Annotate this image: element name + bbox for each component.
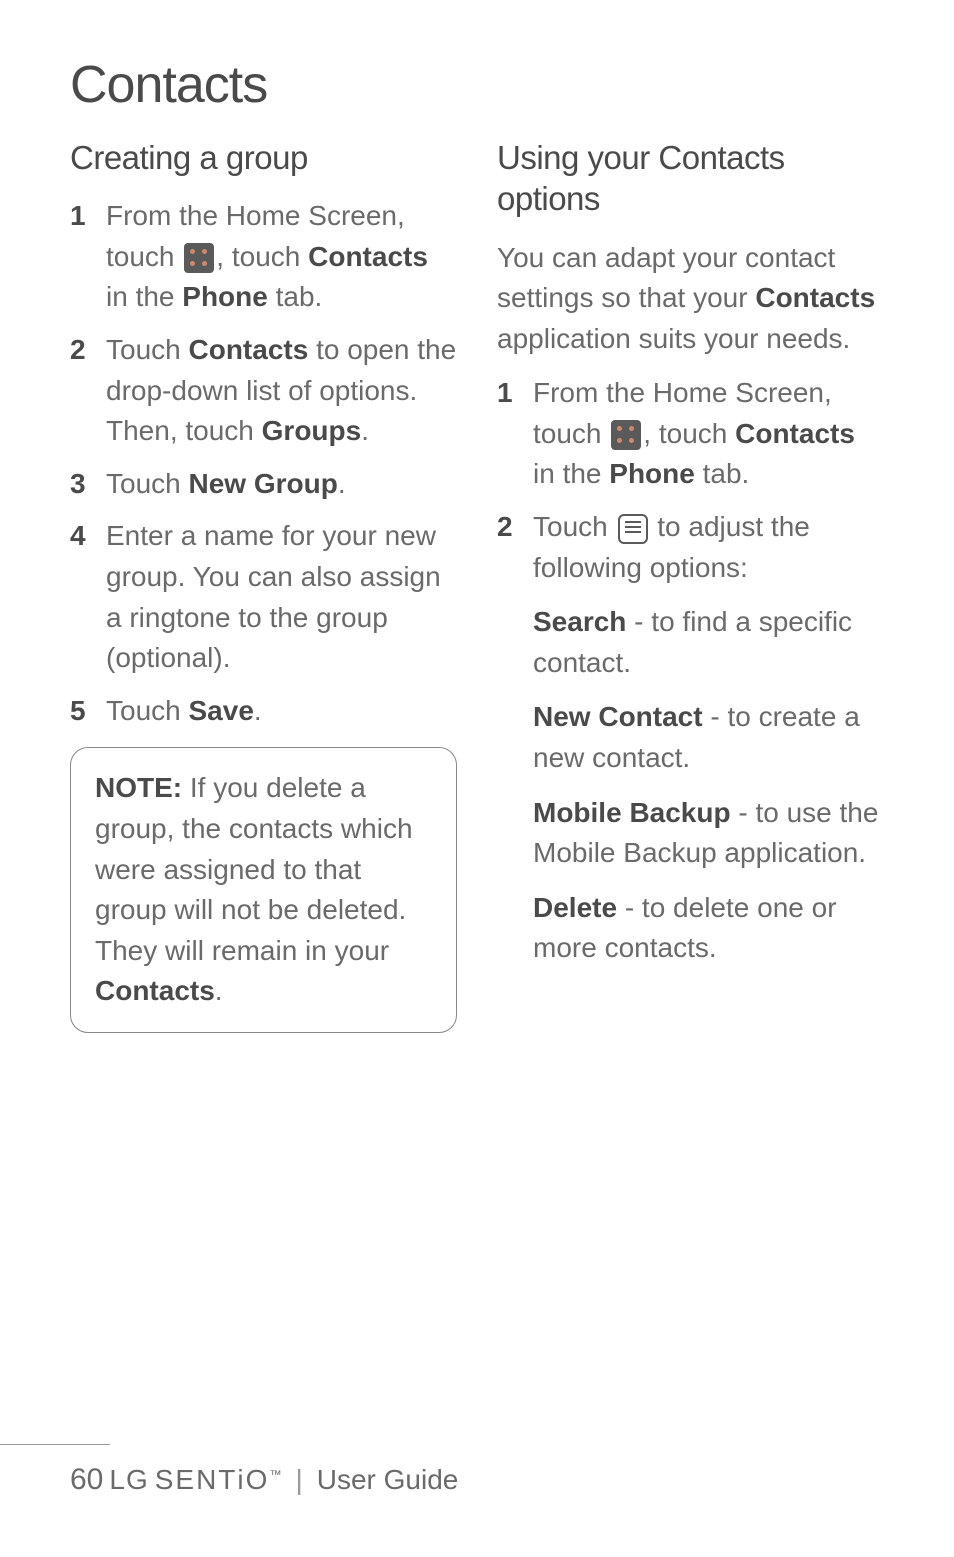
sentio-pre: SENT [155, 1464, 238, 1495]
intro-text: You can adapt your contact settings so t… [497, 238, 884, 360]
step-3: Touch New Group. [70, 464, 457, 505]
new-contact-label: New Contact [533, 701, 703, 732]
sentio-i: i [237, 1464, 245, 1495]
delete-label: Delete [533, 892, 617, 923]
using-contacts-steps: From the Home Screen, touch , touch Cont… [497, 373, 884, 969]
step-text: Enter a name for your new group. You can… [106, 520, 441, 673]
step-text: Touch [106, 468, 189, 499]
lg-logo: LG [109, 1464, 148, 1496]
option-mobile-backup: Mobile Backup - to use the Mobile Backup… [533, 793, 884, 874]
contacts-label: Contacts [308, 241, 428, 272]
phone-label: Phone [609, 458, 695, 489]
sentio-brand: SENTiO™ [155, 1464, 282, 1496]
step-2: Touch Contacts to open the drop-down lis… [70, 330, 457, 452]
step-text: Touch [106, 695, 189, 726]
step-text: in the [106, 281, 182, 312]
page-title: Contacts [70, 55, 884, 115]
menu-icon [618, 514, 648, 544]
right-column: Using your Contacts options You can adap… [497, 137, 884, 1033]
footer-separator: | [295, 1464, 302, 1496]
using-contacts-heading: Using your Contacts options [497, 137, 884, 220]
mobile-backup-label: Mobile Backup [533, 797, 731, 828]
step-text: , touch [216, 241, 308, 272]
option-new-contact: New Contact - to create a new contact. [533, 697, 884, 778]
creating-group-heading: Creating a group [70, 137, 457, 178]
apps-icon [611, 420, 641, 450]
intro-post: application suits your needs. [497, 323, 850, 354]
new-group-label: New Group [189, 468, 338, 499]
left-column: Creating a group From the Home Screen, t… [70, 137, 457, 1033]
step-text: , touch [643, 418, 735, 449]
contacts-label: Contacts [735, 418, 855, 449]
note-label: NOTE: [95, 772, 182, 803]
footer-divider [0, 1444, 110, 1445]
content-columns: Creating a group From the Home Screen, t… [70, 137, 884, 1033]
doc-title: User Guide [317, 1464, 459, 1496]
step-1: From the Home Screen, touch , touch Cont… [497, 373, 884, 495]
sentio-post: O [246, 1464, 270, 1495]
step-text: Touch [106, 334, 189, 365]
step-text: . [338, 468, 346, 499]
step-4: Enter a name for your new group. You can… [70, 516, 457, 678]
note-text: . [215, 975, 223, 1006]
tm-mark: ™ [269, 1468, 281, 1482]
groups-label: Groups [262, 415, 362, 446]
page-number: 60 [70, 1463, 103, 1497]
creating-group-steps: From the Home Screen, touch , touch Cont… [70, 196, 457, 731]
step-text: tab. [268, 281, 322, 312]
page-footer: 60 LG SENTiO™ | User Guide [70, 1463, 884, 1497]
search-label: Search [533, 606, 626, 637]
step-text: tab. [695, 458, 749, 489]
step-text: . [361, 415, 369, 446]
option-delete: Delete - to delete one or more contacts. [533, 888, 884, 969]
phone-label: Phone [182, 281, 268, 312]
contacts-label: Contacts [95, 975, 215, 1006]
step-text: . [254, 695, 262, 726]
option-search: Search - to find a specific contact. [533, 602, 884, 683]
step-1: From the Home Screen, touch , touch Cont… [70, 196, 457, 318]
contacts-label: Contacts [755, 282, 875, 313]
note-box: NOTE: If you delete a group, the contact… [70, 747, 457, 1033]
step-text: in the [533, 458, 609, 489]
step-5: Touch Save. [70, 691, 457, 732]
apps-icon [184, 243, 214, 273]
step-text: Touch [533, 511, 616, 542]
step-2: Touch to adjust the following options: S… [497, 507, 884, 969]
save-label: Save [189, 695, 254, 726]
contacts-label: Contacts [189, 334, 309, 365]
